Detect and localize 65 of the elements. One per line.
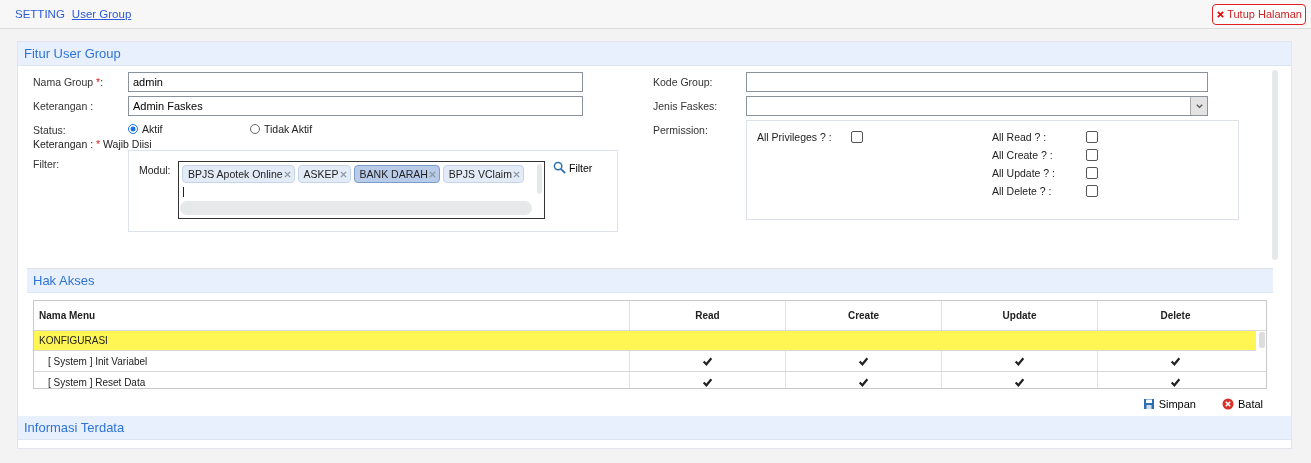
- field-label: Permission:: [653, 123, 709, 136]
- checkbox[interactable]: [1086, 149, 1098, 161]
- scrollbar[interactable]: [537, 164, 542, 194]
- text-input[interactable]: Admin Faskes: [128, 96, 583, 116]
- scrollbar[interactable]: [180, 201, 532, 215]
- close-page-button[interactable]: Tutup Halaman: [1212, 3, 1306, 25]
- column-header: Read: [629, 301, 785, 330]
- field-label: Nama Group *:: [33, 75, 105, 88]
- breadcrumb-link[interactable]: SETTING: [15, 8, 65, 20]
- module-tag[interactable]: ASKEP: [297, 165, 351, 183]
- cancel-button[interactable]: Batal: [1221, 398, 1263, 410]
- cancel-icon: [1221, 398, 1234, 410]
- module-tag[interactable]: BPJS Apotek Online: [182, 165, 295, 183]
- search-icon: [553, 161, 566, 174]
- text-input[interactable]: [746, 72, 1208, 92]
- checkbox-label: All Delete ? :: [992, 185, 1053, 197]
- checkbox[interactable]: [1086, 131, 1098, 143]
- checkbox[interactable]: [1170, 376, 1181, 388]
- table-group-row: KONFIGURASI: [34, 331, 1256, 351]
- checkbox[interactable]: [1086, 185, 1098, 197]
- required-note: Keterangan : * Wajib Diisi: [33, 138, 153, 150]
- module-multiselect[interactable]: BPJS Apotek Online ASKEP BANK DARAH BPJS VClaim: [178, 161, 545, 219]
- close-icon: [1216, 9, 1226, 19]
- module-tag[interactable]: BPJS VClaim: [442, 165, 524, 183]
- section-header: Hak Akses: [27, 269, 1273, 293]
- table-cell-text: [ System ] Init Variabel: [47, 354, 149, 369]
- section-header: Informasi Terdata: [18, 416, 1291, 440]
- select-field[interactable]: [746, 96, 1208, 116]
- checkbox[interactable]: [702, 376, 713, 388]
- column-header: Create: [785, 301, 941, 330]
- radio-label: Aktif: [142, 123, 163, 135]
- checkbox-label: All Privileges ? :: [757, 131, 833, 143]
- field-label: Keterangan :: [33, 99, 95, 112]
- column-header: Nama Menu: [38, 309, 97, 323]
- checkbox-label: All Create ? :: [992, 149, 1054, 161]
- checkbox[interactable]: [858, 355, 869, 367]
- column-header: Delete: [1097, 301, 1253, 330]
- field-label: Kode Group:: [653, 75, 714, 88]
- save-icon: [1142, 398, 1155, 410]
- scrollbar[interactable]: [1259, 332, 1265, 348]
- field-label: Jenis Faskes:: [653, 99, 719, 112]
- table-cell-text: [ System ] Reset Data: [47, 375, 147, 388]
- checkbox[interactable]: [1170, 355, 1181, 367]
- column-header: Update: [941, 301, 1097, 330]
- field-label: Modul:: [139, 163, 172, 176]
- radio-label: Tidak Aktif: [264, 123, 313, 135]
- checkbox[interactable]: [1014, 376, 1025, 388]
- field-label: Status:: [33, 123, 67, 136]
- checkbox[interactable]: [851, 131, 863, 143]
- scrollbar[interactable]: [1272, 70, 1278, 260]
- checkbox[interactable]: [702, 355, 713, 367]
- filter-button[interactable]: Filter: [553, 161, 593, 174]
- section-header: Fitur User Group: [18, 42, 1291, 66]
- field-label: Filter:: [33, 157, 61, 170]
- module-tag[interactable]: BANK DARAH: [353, 165, 440, 183]
- save-button[interactable]: Simpan: [1142, 398, 1196, 410]
- radio-button[interactable]: [128, 124, 138, 134]
- checkbox[interactable]: [1014, 355, 1025, 367]
- checkbox[interactable]: [858, 376, 869, 388]
- breadcrumb-link[interactable]: User Group: [71, 8, 132, 20]
- chevron-down-icon: [1194, 101, 1204, 111]
- checkbox-label: All Read ? :: [992, 131, 1048, 143]
- checkbox[interactable]: [1086, 167, 1098, 179]
- checkbox-label: All Update ? :: [992, 167, 1057, 179]
- text-input[interactable]: admin: [128, 72, 583, 92]
